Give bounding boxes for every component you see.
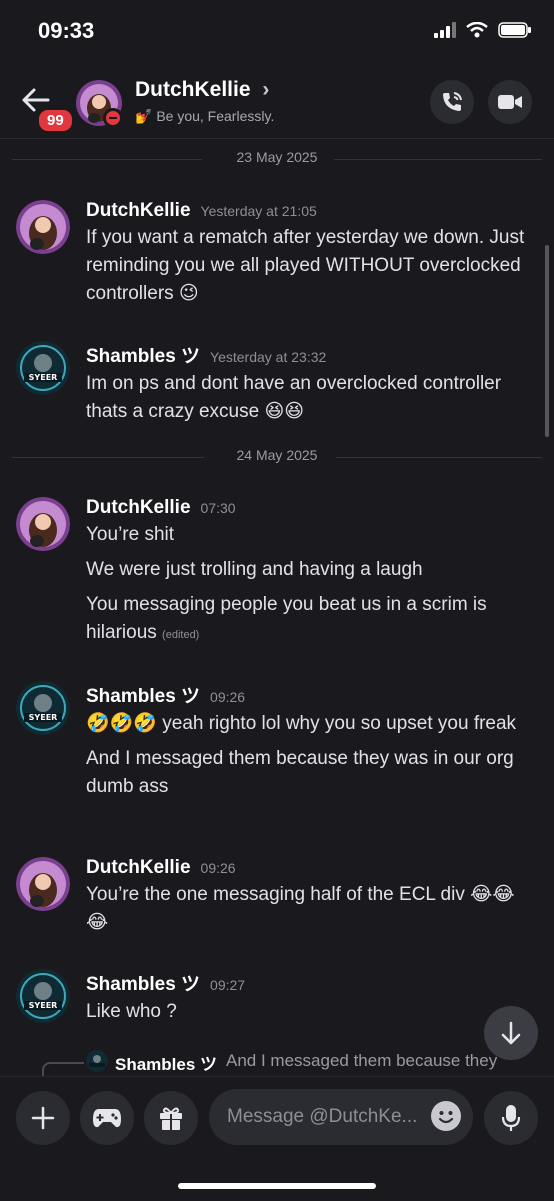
message-timestamp: 09:26 bbox=[210, 689, 246, 705]
header-name-text: DutchKellie bbox=[135, 78, 251, 101]
emoji-picker-button[interactable] bbox=[431, 1101, 461, 1131]
message-username[interactable]: DutchKellie bbox=[86, 857, 191, 878]
message-username[interactable]: DutchKellie bbox=[86, 200, 191, 221]
add-attachment-button[interactable] bbox=[16, 1091, 70, 1145]
dutchkellie-avatar-image bbox=[16, 497, 70, 551]
svg-text:SYEER: SYEER bbox=[29, 1001, 58, 1010]
avatar[interactable]: SYEER bbox=[16, 341, 70, 395]
home-indicator[interactable] bbox=[178, 1183, 376, 1189]
svg-text:SYEER: SYEER bbox=[29, 713, 58, 722]
smiley-icon bbox=[438, 1111, 454, 1124]
phone-call-icon bbox=[443, 92, 462, 111]
shambles-avatar-image: SYEER bbox=[16, 341, 70, 395]
message-text[interactable]: You’re shit bbox=[86, 521, 536, 549]
dnd-status-icon bbox=[103, 108, 123, 128]
video-call-button[interactable] bbox=[488, 80, 532, 124]
reply-avatar bbox=[86, 1050, 108, 1072]
message-input-placeholder: Message @DutchKe... bbox=[227, 1106, 418, 1127]
dutchkellie-avatar-image bbox=[16, 200, 70, 254]
gamepad-icon bbox=[93, 1109, 121, 1128]
message-text-content: You messaging people you beat us in a sc… bbox=[86, 594, 487, 643]
status-icons bbox=[434, 22, 532, 38]
voice-message-button[interactable] bbox=[484, 1091, 538, 1145]
voice-call-button[interactable] bbox=[430, 80, 474, 124]
reply-text: And I messaged them because they bbox=[226, 1051, 498, 1070]
message-text[interactable]: If you want a rematch after yesterday we… bbox=[86, 224, 536, 308]
message-username[interactable]: Shambles ツ bbox=[86, 346, 200, 367]
message-timestamp: Yesterday at 21:05 bbox=[200, 203, 317, 219]
message-text[interactable]: 🤣🤣🤣 yeah righto lol why you so upset you… bbox=[86, 710, 536, 738]
message-text[interactable]: You messaging people you beat us in a sc… bbox=[86, 591, 536, 649]
message-timestamp: 09:27 bbox=[210, 977, 246, 993]
jump-to-latest-button[interactable] bbox=[484, 1006, 538, 1060]
header-name[interactable]: DutchKellie › bbox=[135, 78, 269, 102]
chevron-right-icon: › bbox=[262, 78, 270, 101]
avatar[interactable] bbox=[16, 200, 70, 254]
shambles-avatar-image: SYEER bbox=[16, 681, 70, 735]
message-input[interactable]: Message @DutchKe... bbox=[209, 1089, 473, 1145]
message-text[interactable]: Im on ps and dont have an overclocked co… bbox=[86, 370, 536, 426]
wifi-icon bbox=[466, 22, 488, 38]
avatar[interactable] bbox=[16, 497, 70, 551]
avatar[interactable]: SYEER bbox=[16, 969, 70, 1023]
unread-badge: 99 bbox=[36, 107, 75, 134]
message-timestamp: 09:26 bbox=[200, 860, 236, 876]
dutchkellie-avatar-image bbox=[16, 857, 70, 911]
reply-preview[interactable]: Shambles ツ And I messaged them because t… bbox=[0, 1044, 554, 1084]
status-bar: 09:33 bbox=[0, 0, 554, 66]
arrow-down-icon bbox=[501, 1021, 521, 1045]
scrollbar[interactable] bbox=[545, 245, 549, 437]
video-call-icon bbox=[498, 95, 522, 109]
header-status-text: 💅 Be you, Fearlessly. bbox=[135, 108, 275, 124]
shambles-avatar-image bbox=[86, 1050, 108, 1072]
date-divider-text: 23 May 2025 bbox=[236, 149, 318, 165]
battery-icon bbox=[498, 22, 531, 38]
shambles-avatar-image: SYEER bbox=[16, 969, 70, 1023]
status-time: 09:33 bbox=[38, 18, 95, 43]
date-divider-text: 24 May 2025 bbox=[236, 447, 318, 463]
message-timestamp: Yesterday at 23:32 bbox=[210, 349, 327, 365]
message-username[interactable]: DutchKellie bbox=[86, 497, 191, 518]
message-text[interactable]: Like who ? bbox=[86, 998, 536, 1026]
message-username[interactable]: Shambles ツ bbox=[86, 686, 200, 707]
activities-button[interactable] bbox=[80, 1091, 134, 1145]
avatar[interactable]: SYEER bbox=[16, 681, 70, 735]
microphone-icon bbox=[501, 1105, 521, 1131]
message-text[interactable]: We were just trolling and having a laugh bbox=[86, 556, 536, 584]
message-text[interactable]: And I messaged them because they was in … bbox=[86, 745, 536, 801]
reply-username: Shambles ツ bbox=[115, 1055, 218, 1074]
gift-icon bbox=[160, 1107, 182, 1130]
avatar[interactable] bbox=[16, 857, 70, 911]
date-divider: 24 May 2025 bbox=[12, 447, 542, 467]
gift-button[interactable] bbox=[144, 1091, 198, 1145]
edited-label: (edited) bbox=[162, 629, 200, 641]
date-divider: 23 May 2025 bbox=[12, 149, 542, 169]
message-username[interactable]: Shambles ツ bbox=[86, 974, 200, 995]
message-text[interactable]: You’re the one messaging half of the ECL… bbox=[86, 881, 536, 937]
message-timestamp: 07:30 bbox=[200, 500, 236, 516]
svg-text:SYEER: SYEER bbox=[29, 373, 58, 382]
header-separator bbox=[0, 138, 554, 139]
plus-icon bbox=[31, 1106, 55, 1130]
signal-icon bbox=[434, 22, 456, 38]
